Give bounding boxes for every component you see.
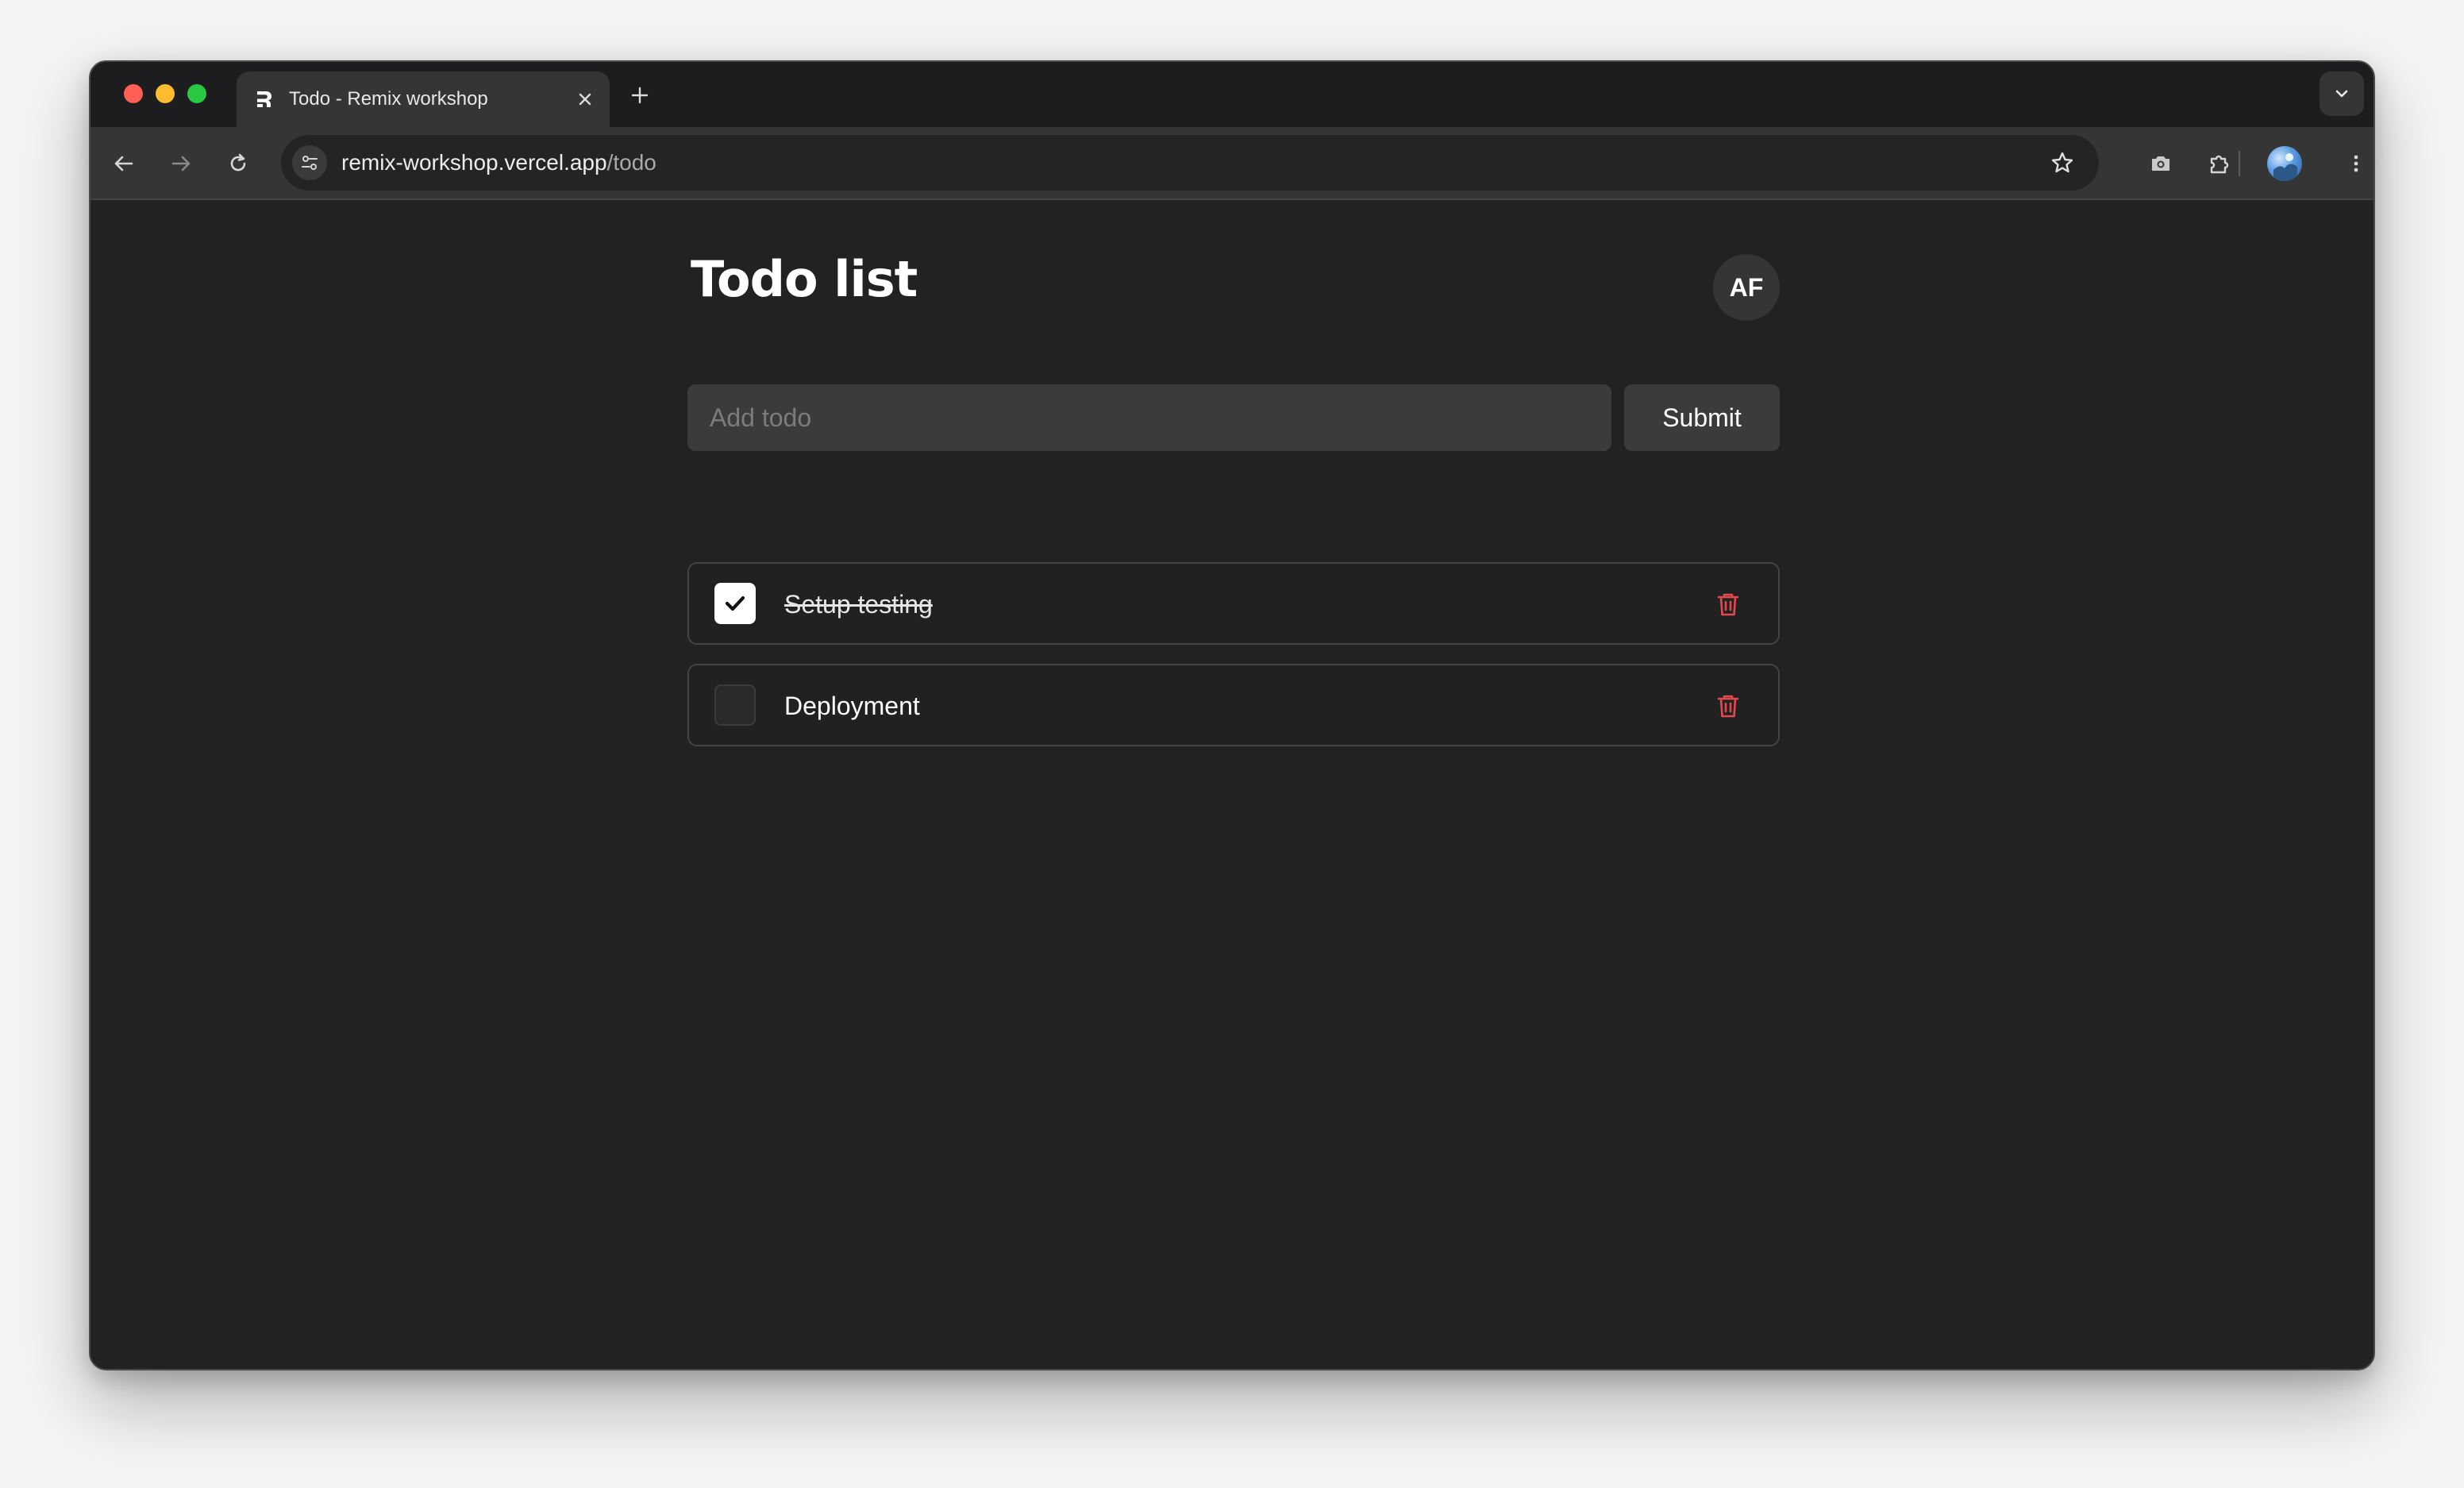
page-content: Todo list AF Submit Setup testing Deploy… [90, 200, 2374, 1369]
minimize-window-button[interactable] [156, 84, 175, 103]
todo-checkbox-checked[interactable] [714, 583, 756, 624]
check-icon [725, 596, 745, 611]
camera-icon[interactable] [2142, 145, 2180, 183]
todo-label: Deployment [784, 692, 920, 720]
chevron-down-icon[interactable] [2320, 71, 2364, 116]
page-title: Todo list [691, 250, 918, 308]
plus-icon[interactable] [624, 79, 656, 111]
user-avatar[interactable]: AF [1713, 254, 1780, 321]
maximize-window-button[interactable] [187, 84, 206, 103]
url-path: /todo [606, 150, 656, 175]
arrow-left-icon[interactable] [105, 145, 143, 183]
trash-icon[interactable] [1711, 588, 1745, 621]
browser-window: Todo - Remix workshop remix-workshop.ver… [89, 60, 2375, 1370]
address-bar[interactable]: remix-workshop.vercel.app/todo [281, 135, 2099, 191]
trash-icon[interactable] [1711, 689, 1745, 723]
tune-icon[interactable] [292, 145, 327, 180]
browser-toolbar: remix-workshop.vercel.app/todo [90, 127, 2374, 200]
tab-strip: Todo - Remix workshop [90, 62, 2374, 127]
url-text: remix-workshop.vercel.app/todo [341, 149, 656, 176]
close-window-button[interactable] [124, 84, 143, 103]
tab-title: Todo - Remix workshop [289, 88, 488, 110]
todo-item: Setup testing [687, 562, 1780, 645]
kebab-menu-icon[interactable] [2337, 145, 2374, 183]
todo-checkbox-unchecked[interactable] [714, 684, 756, 726]
puzzle-icon[interactable] [2200, 145, 2239, 183]
url-host: remix-workshop.vercel.app [341, 150, 607, 175]
remix-logo-icon [252, 87, 276, 111]
browser-tab-active[interactable]: Todo - Remix workshop [237, 71, 610, 127]
submit-button[interactable]: Submit [1624, 384, 1780, 451]
arrow-right-icon[interactable] [162, 145, 200, 183]
star-icon[interactable] [2043, 144, 2081, 182]
close-icon[interactable] [575, 89, 595, 110]
reload-icon[interactable] [219, 145, 257, 183]
toolbar-divider [2239, 151, 2240, 176]
profile-avatar-icon[interactable] [2267, 146, 2302, 181]
todo-label: Setup testing [784, 590, 933, 619]
add-todo-input[interactable] [687, 384, 1611, 451]
todo-item: Deployment [687, 664, 1780, 746]
